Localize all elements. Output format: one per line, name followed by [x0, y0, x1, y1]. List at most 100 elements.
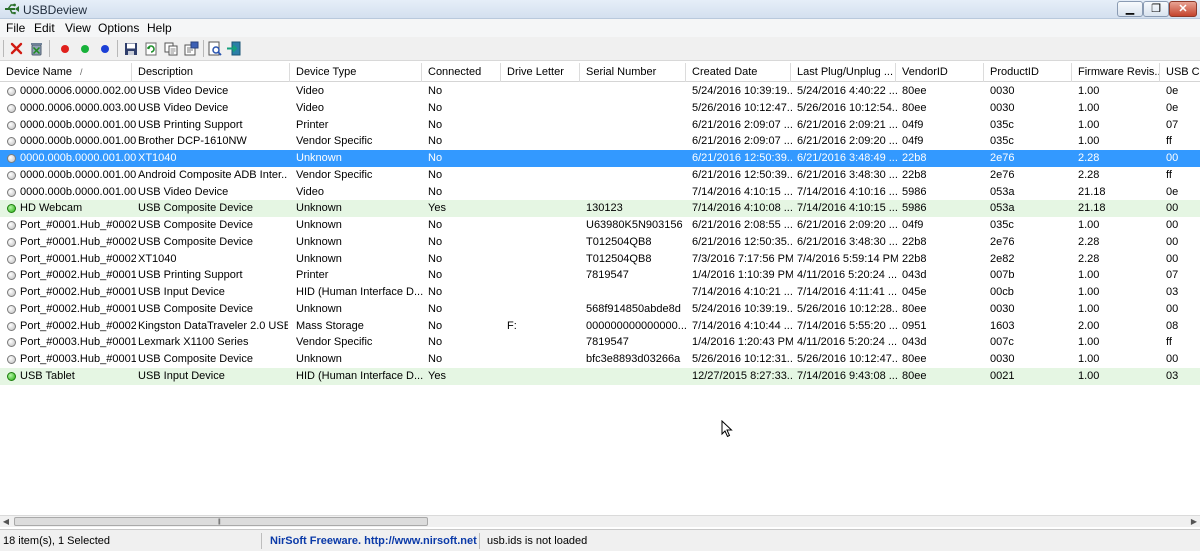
cell-device-name: 0000.000b.0000.001.00... — [20, 135, 136, 148]
maximize-button[interactable]: ❐ — [1143, 1, 1169, 17]
table-row[interactable]: USB Tablet USB Input Device HID (Human Int… — [0, 367, 1200, 385]
green-dot-button[interactable] — [76, 40, 93, 57]
cell-product-id: 053a — [990, 202, 1015, 215]
disconnected-status-icon — [7, 170, 16, 180]
table-row[interactable]: Port_#0003.Hub_#0001 USB Composite Device… — [0, 351, 1200, 368]
table-row[interactable]: Port_#0001.Hub_#0002 USB Composite Device… — [0, 234, 1200, 251]
column-serial-number[interactable]: Serial Number — [580, 63, 686, 82]
table-row[interactable]: HD Webcam USB Composite Device Unknown Yes 1… — [0, 200, 1200, 217]
cell-firmware-revision: 1.00 — [1078, 269, 1100, 282]
cell-vendor-id: 5986 — [902, 185, 927, 198]
horizontal-scrollbar[interactable]: ◀ ||| ▶ — [0, 515, 1200, 527]
cell-description: USB Input Device — [138, 286, 225, 298]
cell-serial-number: U63980K5N903156 — [586, 219, 683, 231]
exit-button[interactable] — [225, 40, 242, 57]
cell-vendor-id: 04f9 — [902, 118, 924, 131]
disconnected-status-icon — [7, 288, 16, 297]
cell-connected: No — [428, 319, 443, 332]
cell-product-id: 053a — [990, 185, 1015, 198]
cell-vendor-id: 043d — [902, 336, 927, 349]
cell-created-date: 5/24/2016 10:39:19... — [692, 85, 793, 97]
table-row[interactable]: 0000.000b.0000.001.00... Brother DCP-1610… — [0, 133, 1200, 150]
column-created-date[interactable]: Created Date — [686, 63, 791, 82]
menu-options[interactable]: Options — [98, 21, 139, 35]
cell-device-name: HD Webcam — [20, 202, 83, 215]
table-row[interactable]: Port_#0001.Hub_#0002 USB Composite Device… — [0, 217, 1200, 234]
column-usb-class[interactable]: USB Cla — [1160, 63, 1200, 82]
cell-usb-class: 03 — [1166, 286, 1179, 298]
cell-created-date: 1/4/2016 1:10:39 PM — [692, 269, 793, 282]
menu-help[interactable]: Help — [147, 21, 172, 35]
menu-file[interactable]: File — [6, 21, 25, 35]
minimize-button[interactable]: ▁ — [1117, 1, 1143, 17]
blue-dot-button[interactable] — [96, 40, 113, 57]
disconnect-button[interactable] — [8, 40, 25, 57]
cell-usb-class: 08 — [1166, 319, 1179, 332]
cell-product-id: 0030 — [990, 85, 1015, 97]
status-divider — [261, 533, 262, 549]
refresh-button[interactable] — [142, 40, 159, 57]
status-divider — [479, 533, 480, 549]
cell-serial-number — [586, 83, 688, 100]
cell-usb-class: 0e — [1166, 101, 1179, 114]
column-product-id[interactable]: ProductID — [984, 63, 1072, 82]
menu-edit[interactable]: Edit — [34, 21, 55, 35]
cell-connected: No — [428, 252, 443, 265]
column-device-name[interactable]: Device Name / — [0, 63, 132, 82]
cell-device-name: 0000.000b.0000.001.00... — [20, 168, 136, 181]
disconnected-status-icon — [7, 154, 16, 163]
cell-vendor-id: 80ee — [902, 369, 927, 382]
column-description[interactable]: Description — [132, 63, 290, 82]
cell-vendor-id: 22b8 — [902, 152, 927, 164]
save-button[interactable] — [122, 40, 139, 57]
cell-drive-letter — [507, 284, 582, 301]
cell-drive-letter: F: — [507, 319, 517, 332]
close-button[interactable]: ✕ — [1169, 1, 1197, 17]
column-connected[interactable]: Connected — [422, 63, 501, 82]
nirsoft-link[interactable]: NirSoft Freeware. http://www.nirsoft.net — [270, 533, 477, 550]
cell-description: USB Video Device — [138, 101, 229, 114]
table-row[interactable]: 0000.000b.0000.001.00... USB Video Device… — [0, 184, 1200, 201]
table-row[interactable]: Port_#0002.Hub_#0001 USB Input Device HID … — [0, 284, 1200, 301]
column-drive-letter[interactable]: Drive Letter — [501, 63, 580, 82]
cell-last-plug: 5/26/2016 10:12:54... — [797, 101, 898, 114]
green-dot-icon — [80, 44, 89, 53]
uninstall-button[interactable] — [28, 40, 45, 57]
table-row[interactable]: 0000.0006.0000.002.00... USB Video Device… — [0, 83, 1200, 100]
table-row[interactable]: Port_#0001.Hub_#0002 XT1040 Unknown No T0125… — [0, 251, 1200, 268]
disconnected-status-icon — [7, 254, 16, 264]
cell-created-date: 7/14/2016 4:10:15 ... — [692, 185, 793, 198]
menu-view[interactable]: View — [65, 21, 91, 35]
properties-button[interactable] — [183, 40, 200, 57]
disconnected-status-icon — [7, 103, 16, 113]
cell-description: USB Video Device — [138, 185, 229, 198]
cell-device-type: Vendor Specific — [296, 135, 373, 148]
red-dot-button[interactable] — [56, 40, 73, 57]
table-row[interactable]: 0000.0006.0000.003.00... USB Video Device… — [0, 100, 1200, 117]
table-row[interactable]: 0000.000b.0000.001.00... USB Printing Sup… — [0, 117, 1200, 134]
column-firmware-revision[interactable]: Firmware Revis... — [1072, 63, 1160, 82]
disconnected-status-icon — [7, 221, 16, 230]
table-row[interactable]: Port_#0002.Hub_#0002 Kingston DataTravele… — [0, 318, 1200, 335]
copy-button[interactable] — [163, 40, 180, 57]
cell-firmware-revision: 2.28 — [1078, 152, 1100, 164]
table-row[interactable]: 0000.000b.0000.001.00... Android Composit… — [0, 167, 1200, 184]
cell-created-date: 6/21/2016 12:50:35... — [692, 235, 793, 248]
table-row[interactable]: Port_#0002.Hub_#0001 USB Composite Device… — [0, 301, 1200, 318]
table-row[interactable]: Port_#0003.Hub_#0001 Lexmark X1100 Series… — [0, 334, 1200, 351]
column-device-type[interactable]: Device Type — [290, 63, 422, 82]
column-vendor-id[interactable]: VendorID — [896, 63, 984, 82]
table-row[interactable]: Port_#0002.Hub_#0001 USB Printing Support… — [0, 267, 1200, 284]
cell-vendor-id: 22b8 — [902, 235, 927, 248]
column-last-plug[interactable]: Last Plug/Unplug ... — [791, 63, 896, 82]
cell-serial-number: 7819547 — [586, 269, 629, 282]
scrollbar-thumb[interactable]: ||| — [14, 517, 428, 526]
scroll-left-button[interactable]: ◀ — [0, 516, 12, 528]
scroll-right-button[interactable]: ▶ — [1188, 516, 1200, 528]
table-row[interactable]: 0000.000b.0000.001.00... XT1040 Unknown No 6… — [0, 150, 1200, 167]
cell-product-id: 035c — [990, 219, 1014, 231]
cell-serial-number: 130123 — [586, 202, 623, 215]
report-button[interactable] — [206, 40, 223, 57]
cell-serial-number — [586, 368, 688, 385]
cell-last-plug: 4/11/2016 5:20:24 ... — [797, 336, 898, 349]
